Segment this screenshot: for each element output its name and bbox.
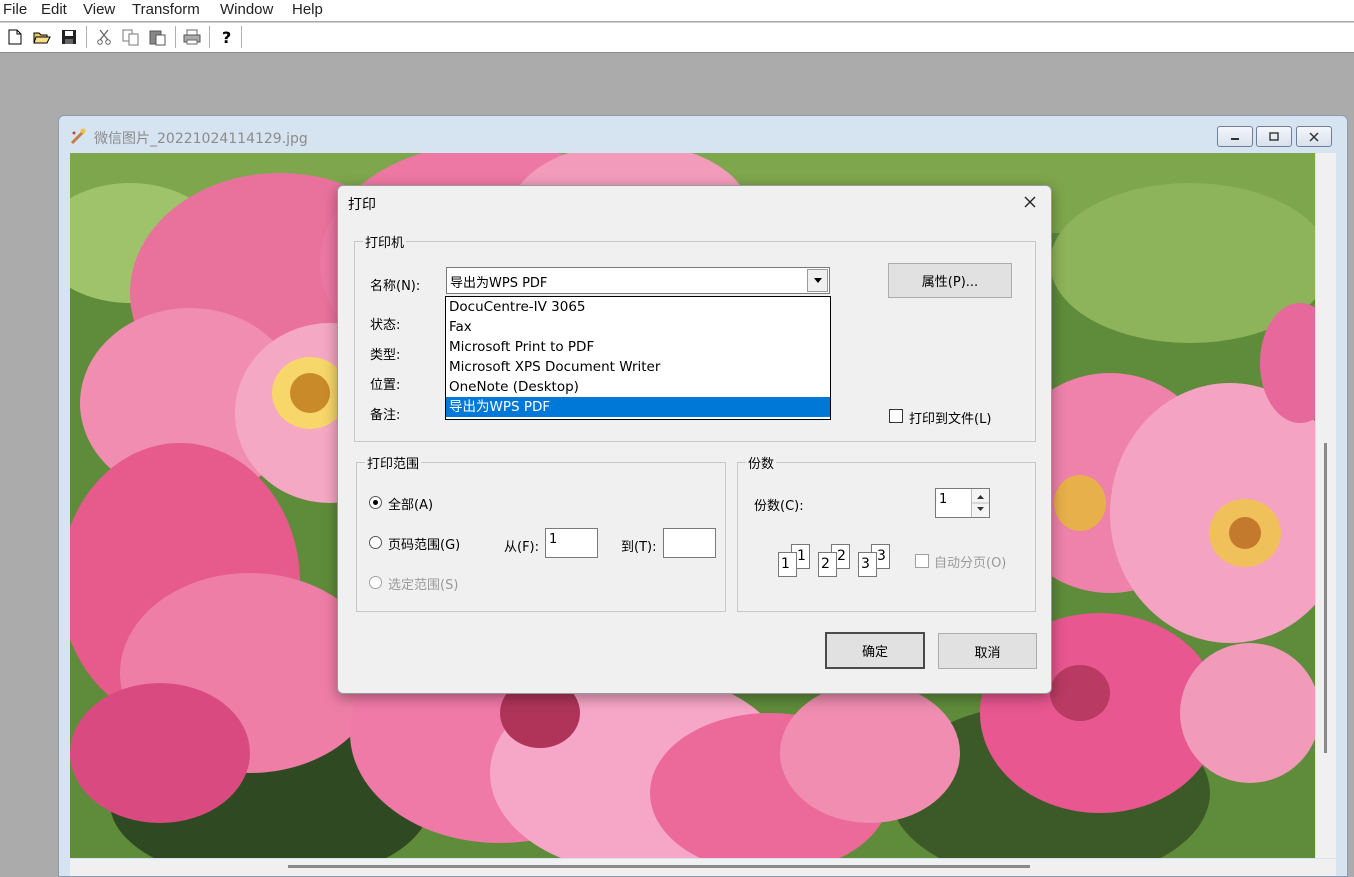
toolbar: ? <box>0 22 1354 53</box>
copies-spinbox[interactable]: 1 <box>935 488 990 518</box>
printer-name-value: 导出为WPS PDF <box>450 276 548 291</box>
status-label: 状态: <box>370 318 401 333</box>
collate-page-number: 1 <box>781 556 790 572</box>
collate-page-number: 3 <box>861 556 870 572</box>
print-to-file-checkbox[interactable] <box>889 409 903 423</box>
printer-name-label: 名称(N): <box>370 279 421 294</box>
to-label: 到(T): <box>621 540 657 555</box>
svg-text:?: ? <box>222 28 231 46</box>
help-icon[interactable]: ? <box>217 27 237 47</box>
horizontal-scroll-thumb[interactable] <box>288 865 1030 868</box>
vertical-scroll-thumb[interactable] <box>1324 443 1327 753</box>
menu-bar: File Edit View Transform Window Help <box>0 0 1354 21</box>
printer-option[interactable]: DocuCentre-IV 3065 <box>446 297 830 317</box>
location-label: 位置: <box>370 378 401 393</box>
print-icon[interactable] <box>182 27 202 47</box>
menu-edit[interactable]: Edit <box>41 1 67 18</box>
selection-radio[interactable] <box>369 576 382 589</box>
from-page-value: 1 <box>549 532 558 547</box>
print-dialog: 打印 打印机 名称(N): 导出为WPS PDF DocuCentre-IV 3… <box>337 185 1052 694</box>
dialog-title: 打印 <box>348 197 376 213</box>
menu-transform[interactable]: Transform <box>132 1 200 18</box>
from-label: 从(F): <box>504 540 540 555</box>
menu-view[interactable]: View <box>83 1 115 18</box>
print-range-legend: 打印范围 <box>365 453 422 472</box>
menu-window[interactable]: Window <box>220 1 273 18</box>
printer-group-legend: 打印机 <box>363 232 407 251</box>
printer-name-combobox[interactable]: 导出为WPS PDF <box>446 267 830 294</box>
image-file-icon <box>70 128 86 145</box>
printer-option-selected[interactable]: 导出为WPS PDF <box>446 397 830 417</box>
page-range-label: 页码范围(G) <box>388 538 461 553</box>
minimize-button[interactable] <box>1217 126 1253 147</box>
vertical-scrollbar[interactable] <box>1316 153 1336 858</box>
type-label: 类型: <box>370 348 401 363</box>
ok-button[interactable]: 确定 <box>825 632 925 669</box>
spin-arrows-icon <box>972 495 989 511</box>
collate-page-number: 3 <box>877 548 886 564</box>
copies-label: 份数(C): <box>754 499 804 514</box>
properties-button[interactable]: 属性(P)... <box>888 263 1012 298</box>
copies-group: 份数 <box>737 453 1036 612</box>
menu-file[interactable]: File <box>3 1 27 18</box>
close-button[interactable] <box>1296 126 1332 147</box>
paste-icon[interactable] <box>148 27 168 47</box>
page-range-radio[interactable] <box>369 536 382 549</box>
menu-help[interactable]: Help <box>292 1 323 18</box>
dialog-close-button[interactable] <box>1017 190 1043 214</box>
chevron-down-icon <box>813 278 822 283</box>
printer-option[interactable]: Fax <box>446 317 830 337</box>
close-icon <box>1024 196 1036 208</box>
save-icon[interactable] <box>59 27 79 47</box>
document-title: 微信图片_20221024114129.jpg <box>94 131 308 147</box>
collate-page-number: 2 <box>837 548 846 564</box>
printer-dropdown-list: DocuCentre-IV 3065 Fax Microsoft Print t… <box>445 296 831 420</box>
collate-page-number: 2 <box>821 556 830 572</box>
new-icon[interactable] <box>5 27 25 47</box>
comment-label: 备注: <box>370 408 401 423</box>
printer-option[interactable]: Microsoft XPS Document Writer <box>446 357 830 377</box>
horizontal-scrollbar[interactable] <box>70 859 1336 876</box>
collate-checkbox[interactable] <box>915 554 929 568</box>
to-page-input[interactable] <box>663 528 716 558</box>
dropdown-arrow-button[interactable] <box>807 269 828 292</box>
copies-legend: 份数 <box>746 453 777 472</box>
open-icon[interactable] <box>32 27 52 47</box>
maximize-button[interactable] <box>1256 126 1292 147</box>
cancel-button[interactable]: 取消 <box>938 633 1037 669</box>
from-page-input[interactable]: 1 <box>545 528 598 558</box>
printer-option[interactable]: OneNote (Desktop) <box>446 377 830 397</box>
cut-icon[interactable] <box>94 27 114 47</box>
copies-stepper[interactable] <box>971 489 989 517</box>
collate-page-number: 1 <box>797 548 806 564</box>
selection-label: 选定范围(S) <box>388 578 459 593</box>
collate-label: 自动分页(O) <box>934 556 1007 571</box>
print-to-file-label: 打印到文件(L) <box>909 412 992 427</box>
printer-option[interactable]: Microsoft Print to PDF <box>446 337 830 357</box>
copy-icon[interactable] <box>121 27 141 47</box>
all-pages-label: 全部(A) <box>388 498 434 513</box>
all-pages-radio[interactable] <box>369 496 382 509</box>
copies-value: 1 <box>939 492 948 507</box>
